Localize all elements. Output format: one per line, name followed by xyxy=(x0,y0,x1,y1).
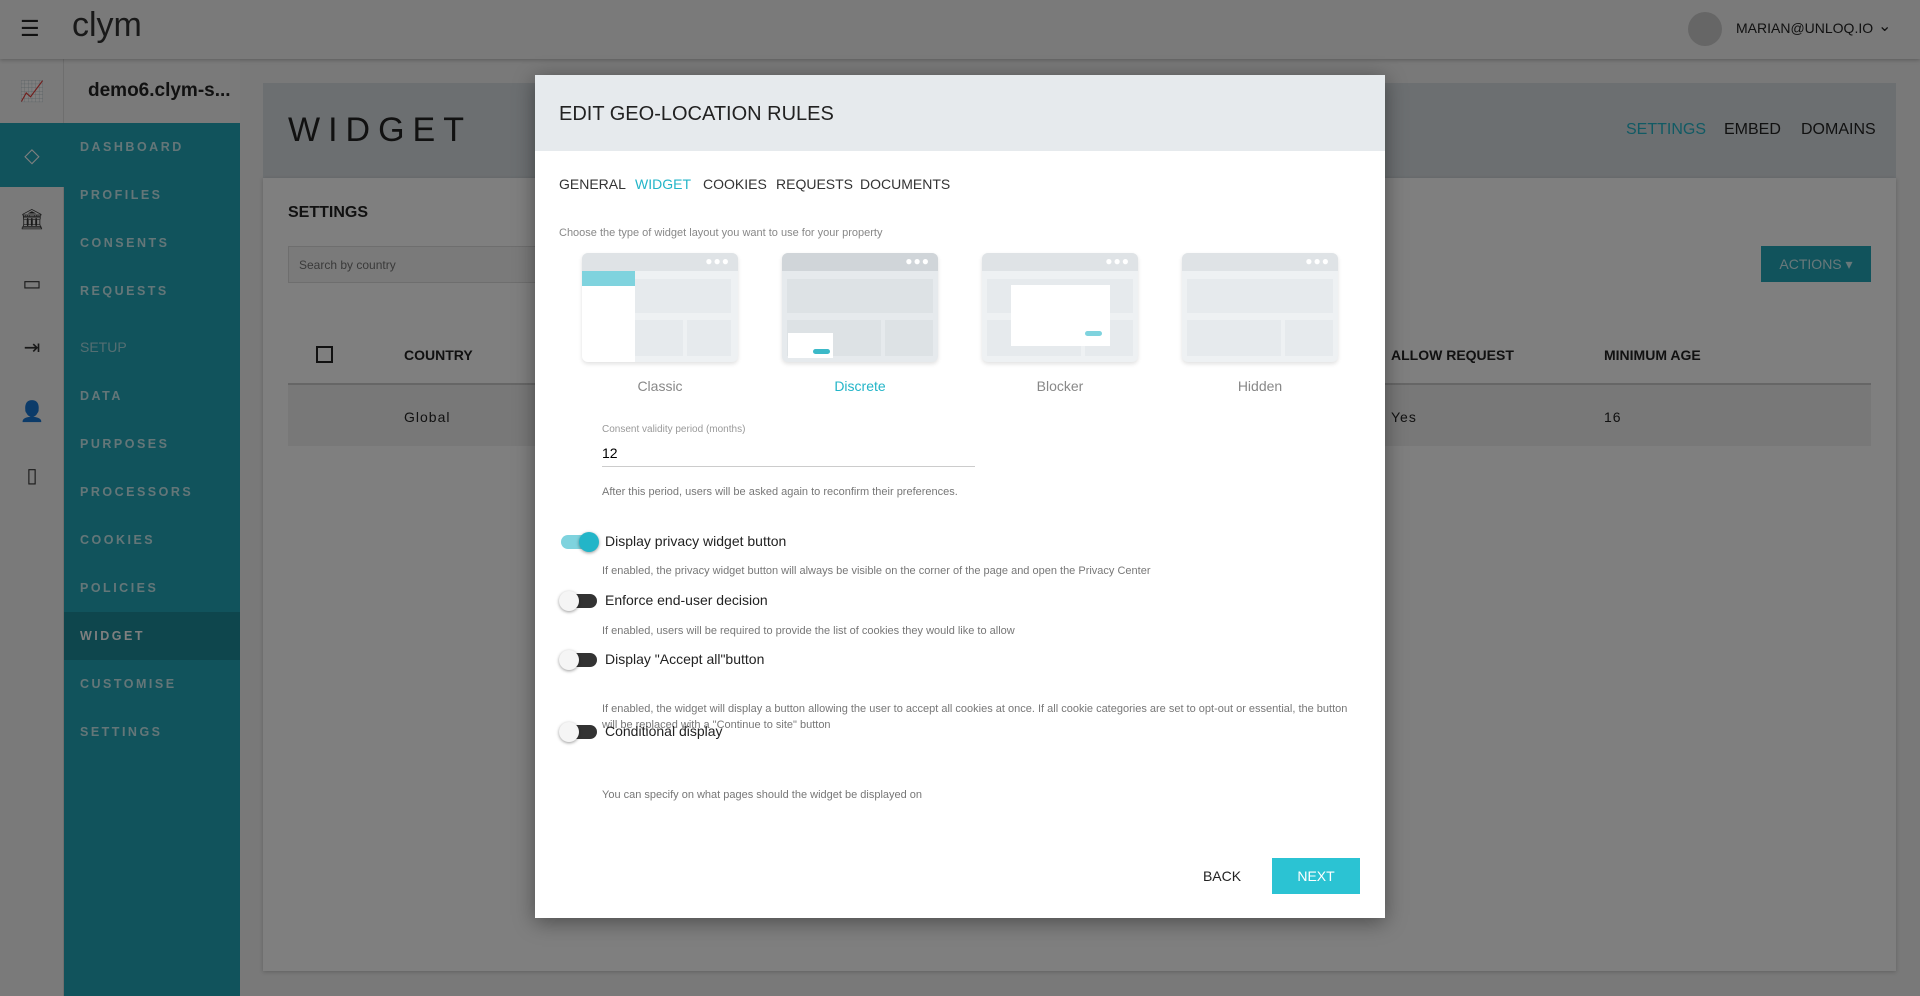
layout-classic-label[interactable]: Classic xyxy=(582,378,738,394)
toggle-help: If enabled, the privacy widget button wi… xyxy=(602,565,1151,577)
toggle-label[interactable]: Display privacy widget button xyxy=(605,533,786,549)
next-button[interactable]: NEXT xyxy=(1272,858,1360,894)
layout-hidden-label[interactable]: Hidden xyxy=(1182,378,1338,394)
validity-label: Consent validity period (months) xyxy=(602,424,746,435)
toggle-switch[interactable] xyxy=(559,591,597,611)
modal-header: EDIT GEO-LOCATION RULES xyxy=(535,75,1385,151)
toggle-knob xyxy=(579,532,599,552)
toggle-label[interactable]: Display "Accept all"button xyxy=(605,651,764,667)
toggle-help: You can specify on what pages should the… xyxy=(602,789,923,801)
edit-geo-location-modal: EDIT GEO-LOCATION RULES GENERAL WIDGET C… xyxy=(535,75,1385,918)
toggle-help: If enabled, users will be required to pr… xyxy=(602,625,1015,637)
modal-title: EDIT GEO-LOCATION RULES xyxy=(559,103,834,125)
layout-classic-card[interactable]: ●●● xyxy=(582,253,738,362)
back-button[interactable]: BACK xyxy=(1185,858,1259,894)
layout-discrete-card[interactable]: ●●● xyxy=(782,253,938,362)
tab-cookies[interactable]: COOKIES xyxy=(703,176,767,192)
layout-blocker-label[interactable]: Blocker xyxy=(982,378,1138,394)
toggle-knob xyxy=(559,722,579,742)
toggle-knob xyxy=(559,591,579,611)
toggle-switch[interactable] xyxy=(559,722,597,742)
toggle-switch[interactable] xyxy=(561,532,599,552)
tab-documents[interactable]: DOCUMENTS xyxy=(860,176,950,192)
layout-blocker-card[interactable]: ●●● xyxy=(982,253,1138,362)
layout-prompt: Choose the type of widget layout you wan… xyxy=(559,227,883,239)
tab-requests[interactable]: REQUESTS xyxy=(776,176,853,192)
toggle-switch[interactable] xyxy=(559,650,597,670)
tab-widget[interactable]: WIDGET xyxy=(635,176,691,192)
toggle-knob xyxy=(559,650,579,670)
toggle-label[interactable]: Conditional display xyxy=(605,723,723,739)
layout-hidden-card[interactable]: ●●● xyxy=(1182,253,1338,362)
tab-general[interactable]: GENERAL xyxy=(559,176,626,192)
layout-discrete-label[interactable]: Discrete xyxy=(782,378,938,394)
toggle-label[interactable]: Enforce end-user decision xyxy=(605,592,768,608)
validity-help: After this period, users will be asked a… xyxy=(602,486,958,498)
validity-input[interactable] xyxy=(602,439,975,467)
